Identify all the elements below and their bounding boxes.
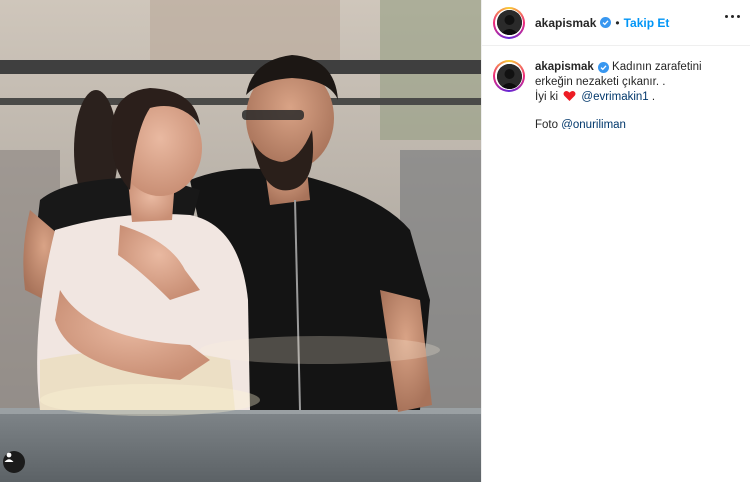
post-header: akapismak • Takip Et — [482, 0, 750, 46]
caption-photo-prefix: Foto — [535, 119, 559, 129]
follow-button[interactable]: Takip Et — [624, 16, 670, 30]
profile-silhouette-icon — [496, 10, 522, 35]
caption-text: akapismak Kadının zarafetini erkeğin nez… — [535, 60, 738, 129]
verified-badge-icon — [600, 17, 612, 28]
caption-text-suffix: . — [651, 91, 656, 103]
caption-line-1: akapismak Kadının zarafetini — [535, 60, 738, 75]
header-text: akapismak • Takip Et — [535, 16, 669, 30]
caption-text-line-1: Kadının zarafetini — [612, 61, 702, 73]
caption-username-link[interactable]: akapismak — [535, 61, 594, 73]
caption-avatar[interactable] — [493, 60, 525, 92]
avatar[interactable] — [493, 6, 525, 39]
caption: akapismak Kadının zarafetini erkeğin nez… — [482, 46, 750, 129]
user-tag-icon — [4, 452, 14, 462]
caption-text-line-2: erkeğin nezaketi çıkanır. . — [535, 76, 666, 88]
profile-silhouette-icon — [496, 63, 522, 89]
mention-link-onuriliman[interactable]: @onuriliman — [561, 119, 626, 129]
user-tag-button[interactable] — [3, 451, 25, 473]
separator-dot: • — [615, 15, 620, 30]
post-side-panel: akapismak • Takip Et akapismak Kadının z… — [481, 0, 750, 482]
couple-photo-illustration — [0, 0, 481, 482]
caption-line-3: İyi ki @evrimakin1 . — [535, 90, 738, 105]
caption-text-prefix: İyi ki — [535, 91, 558, 103]
avatar-image — [496, 63, 522, 89]
username-link[interactable]: akapismak — [535, 16, 596, 30]
red-heart-emoji-icon — [563, 91, 576, 101]
mention-link-evrimakin1[interactable]: @evrimakin1 — [581, 91, 648, 103]
verified-badge-icon — [597, 62, 609, 73]
post-photo[interactable] — [0, 0, 481, 482]
more-options-icon[interactable] — [725, 15, 740, 18]
avatar-image — [496, 10, 522, 35]
caption-photo-credit: Foto @onuriliman — [535, 118, 738, 129]
